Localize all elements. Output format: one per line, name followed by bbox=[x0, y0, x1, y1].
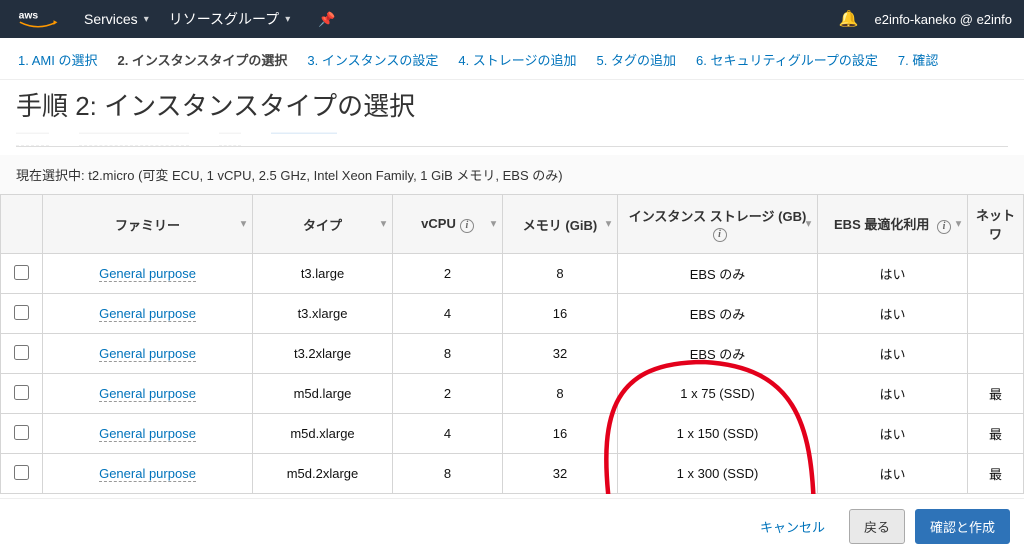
network-cell bbox=[968, 254, 1024, 294]
ebs-cell: はい bbox=[818, 374, 968, 414]
table-row[interactable]: General purpose m5d.xlarge4161 x 150 (SSD… bbox=[1, 414, 1024, 454]
vcpu-cell: 8 bbox=[393, 454, 503, 494]
step-6-security-group[interactable]: 6. セキュリティグループの設定 bbox=[696, 50, 878, 69]
chevron-down-icon: ▾ bbox=[285, 14, 290, 25]
col-storage[interactable]: インスタンス ストレージ (GB) i▾ bbox=[618, 195, 818, 254]
vcpu-cell: 4 bbox=[393, 414, 503, 454]
family-link[interactable]: General purpose bbox=[99, 306, 196, 322]
storage-cell: 1 x 75 (SSD) bbox=[618, 374, 818, 414]
wizard-steps: 1. AMI の選択 2. インスタンスタイプの選択 3. インスタンスの設定 … bbox=[0, 38, 1024, 80]
storage-cell: EBS のみ bbox=[618, 294, 818, 334]
memory-cell: 8 bbox=[503, 374, 618, 414]
step-2-instance-type[interactable]: 2. インスタンスタイプの選択 bbox=[117, 50, 287, 69]
current-selection-banner: 現在選択中: t2.micro (可変 ECU, 1 vCPU, 2.5 GHz… bbox=[0, 155, 1024, 194]
aws-logo[interactable]: aws bbox=[18, 8, 58, 30]
vcpu-cell: 8 bbox=[393, 334, 503, 374]
network-cell bbox=[968, 294, 1024, 334]
row-checkbox[interactable] bbox=[14, 385, 29, 400]
col-type[interactable]: タイプ▾ bbox=[253, 195, 393, 254]
vcpu-cell: 2 bbox=[393, 254, 503, 294]
ebs-cell: はい bbox=[818, 334, 968, 374]
col-select bbox=[1, 195, 43, 254]
network-cell: 最 bbox=[968, 454, 1024, 494]
network-cell bbox=[968, 334, 1024, 374]
page-title: 手順 2: インスタンスタイプの選択 bbox=[0, 80, 1024, 127]
account-menu[interactable]: e2info-kaneko @ e2info bbox=[874, 12, 1012, 27]
ebs-cell: はい bbox=[818, 254, 968, 294]
memory-cell: 32 bbox=[503, 334, 618, 374]
svg-text:aws: aws bbox=[19, 10, 39, 21]
ebs-cell: はい bbox=[818, 294, 968, 334]
row-checkbox[interactable] bbox=[14, 265, 29, 280]
storage-cell: 1 x 150 (SSD) bbox=[618, 414, 818, 454]
back-button[interactable]: 戻る bbox=[849, 509, 905, 544]
memory-cell: 16 bbox=[503, 414, 618, 454]
services-menu[interactable]: Services ▾ bbox=[74, 11, 159, 27]
info-icon[interactable]: i bbox=[460, 219, 474, 233]
row-checkbox[interactable] bbox=[14, 305, 29, 320]
row-checkbox[interactable] bbox=[14, 465, 29, 480]
wizard-footer: キャンセル 戻る 確認と作成 bbox=[0, 498, 1024, 554]
family-link[interactable]: General purpose bbox=[99, 466, 196, 482]
step-7-review[interactable]: 7. 確認 bbox=[898, 50, 938, 69]
type-cell: m5d.large bbox=[253, 374, 393, 414]
review-launch-button[interactable]: 確認と作成 bbox=[915, 509, 1010, 544]
col-memory[interactable]: メモリ (GiB)▾ bbox=[503, 195, 618, 254]
table-row[interactable]: General purpose t3.2xlarge832EBS のみはい bbox=[1, 334, 1024, 374]
family-link[interactable]: General purpose bbox=[99, 346, 196, 362]
vcpu-cell: 2 bbox=[393, 374, 503, 414]
pin-icon[interactable]: 📌 bbox=[308, 11, 345, 28]
table-row[interactable]: General purpose t3.xlarge416EBS のみはい bbox=[1, 294, 1024, 334]
table-row[interactable]: General purpose m5d.2xlarge8321 x 300 (SS… bbox=[1, 454, 1024, 494]
instance-type-table: ファミリー▾ タイプ▾ vCPUi▾ メモリ (GiB)▾ インスタンス ストレ… bbox=[0, 194, 1024, 494]
type-cell: m5d.2xlarge bbox=[253, 454, 393, 494]
chevron-down-icon: ▾ bbox=[144, 14, 149, 25]
resource-groups-label: リソースグループ bbox=[169, 9, 279, 29]
services-label: Services bbox=[84, 11, 138, 27]
ebs-cell: はい bbox=[818, 454, 968, 494]
network-cell: 最 bbox=[968, 374, 1024, 414]
col-vcpu[interactable]: vCPUi▾ bbox=[393, 195, 503, 254]
network-cell: 最 bbox=[968, 414, 1024, 454]
cancel-button[interactable]: キャンセル bbox=[746, 510, 839, 543]
col-family[interactable]: ファミリー▾ bbox=[43, 195, 253, 254]
col-network[interactable]: ネットワ bbox=[968, 195, 1024, 254]
step-5-tags[interactable]: 5. タグの追加 bbox=[597, 50, 676, 69]
family-link[interactable]: General purpose bbox=[99, 386, 196, 402]
info-icon[interactable]: i bbox=[713, 228, 727, 242]
bell-icon[interactable]: 🔔 bbox=[839, 9, 859, 29]
family-link[interactable]: General purpose bbox=[99, 426, 196, 442]
step-4-storage[interactable]: 4. ストレージの追加 bbox=[458, 50, 576, 69]
type-cell: m5d.xlarge bbox=[253, 414, 393, 454]
storage-cell: EBS のみ bbox=[618, 254, 818, 294]
storage-cell: EBS のみ bbox=[618, 334, 818, 374]
filter-bar-obscured: ————————————————————— bbox=[16, 127, 1008, 147]
type-cell: t3.xlarge bbox=[253, 294, 393, 334]
storage-cell: 1 x 300 (SSD) bbox=[618, 454, 818, 494]
table-row[interactable]: General purpose t3.large28EBS のみはい bbox=[1, 254, 1024, 294]
memory-cell: 32 bbox=[503, 454, 618, 494]
vcpu-cell: 4 bbox=[393, 294, 503, 334]
family-link[interactable]: General purpose bbox=[99, 266, 196, 282]
resource-groups-menu[interactable]: リソースグループ ▾ bbox=[159, 9, 301, 29]
col-ebs-optimized[interactable]: EBS 最適化利用 i▾ bbox=[818, 195, 968, 254]
step-3-configure[interactable]: 3. インスタンスの設定 bbox=[307, 50, 438, 69]
top-nav: aws Services ▾ リソースグループ ▾ 📌 🔔 e2info-kan… bbox=[0, 0, 1024, 38]
type-cell: t3.large bbox=[253, 254, 393, 294]
memory-cell: 16 bbox=[503, 294, 618, 334]
row-checkbox[interactable] bbox=[14, 345, 29, 360]
step-1-ami[interactable]: 1. AMI の選択 bbox=[18, 50, 97, 69]
ebs-cell: はい bbox=[818, 414, 968, 454]
memory-cell: 8 bbox=[503, 254, 618, 294]
type-cell: t3.2xlarge bbox=[253, 334, 393, 374]
info-icon[interactable]: i bbox=[937, 220, 951, 234]
table-row[interactable]: General purpose m5d.large281 x 75 (SSD)はい… bbox=[1, 374, 1024, 414]
row-checkbox[interactable] bbox=[14, 425, 29, 440]
